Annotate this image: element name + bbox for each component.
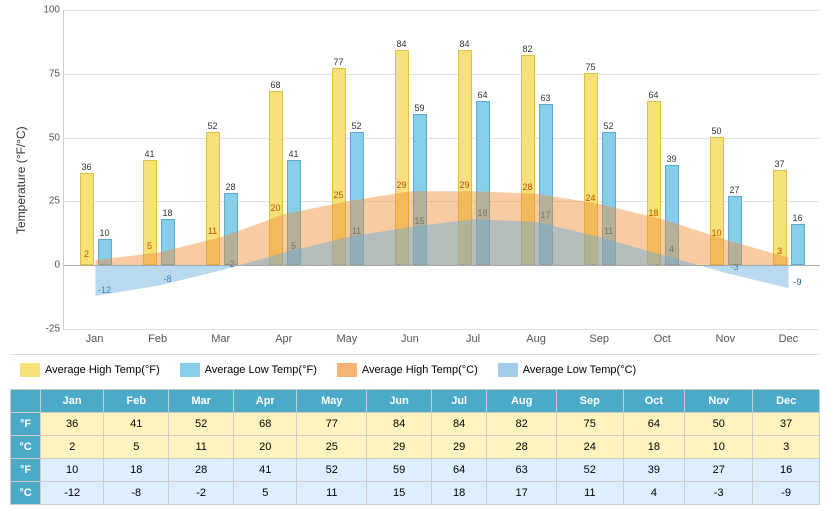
table-header-feb: Feb <box>104 390 169 413</box>
chart-area: Temperature (°F/°C) 1007550250-2536102-1… <box>10 10 820 350</box>
table-cell: 18 <box>104 459 169 482</box>
table-cell: 28 <box>487 436 557 459</box>
table-row-label: °C <box>11 482 41 505</box>
table-cell: 84 <box>367 413 432 436</box>
legend-label-low-f: Average Low Temp(°F) <box>205 364 317 376</box>
table-cell: 17 <box>487 482 557 505</box>
table-header-jan: Jan <box>41 390 104 413</box>
table-cell: 10 <box>41 459 104 482</box>
legend: Average High Temp(°F) Average Low Temp(°… <box>10 354 820 385</box>
table-cell: 82 <box>487 413 557 436</box>
table-cell: 77 <box>297 413 367 436</box>
x-tick-aug: Aug <box>505 330 568 350</box>
legend-low-f: Average Low Temp(°F) <box>180 363 317 377</box>
table-cell: 52 <box>169 413 234 436</box>
table-cell: 37 <box>753 413 820 436</box>
table-cell: 39 <box>623 459 685 482</box>
table-cell: 2 <box>41 436 104 459</box>
table-cell: 52 <box>557 459 624 482</box>
table-row-label: °C <box>11 436 41 459</box>
chart-container: Temperature (°F/°C) 1007550250-2536102-1… <box>0 0 830 505</box>
table-cell: -8 <box>104 482 169 505</box>
table-cell: 20 <box>234 436 297 459</box>
table-cell: 64 <box>623 413 685 436</box>
x-tick-jul: Jul <box>441 330 504 350</box>
table-cell: 64 <box>432 459 487 482</box>
table-cell: 4 <box>623 482 685 505</box>
table-cell: -3 <box>685 482 753 505</box>
table-cell: 59 <box>367 459 432 482</box>
table-cell: 28 <box>169 459 234 482</box>
table-cell: 41 <box>234 459 297 482</box>
x-axis: JanFebMarAprMayJunJulAugSepOctNovDec <box>63 330 820 350</box>
table-cell: -12 <box>41 482 104 505</box>
x-tick-apr: Apr <box>252 330 315 350</box>
table-cell: 11 <box>169 436 234 459</box>
table-header-aug: Aug <box>487 390 557 413</box>
table-cell: 84 <box>432 413 487 436</box>
table-cell: 5 <box>104 436 169 459</box>
table-row-label: °F <box>11 459 41 482</box>
table-header-dec: Dec <box>753 390 820 413</box>
table-cell: 41 <box>104 413 169 436</box>
table-header-mar: Mar <box>169 390 234 413</box>
table-header-may: May <box>297 390 367 413</box>
x-tick-dec: Dec <box>757 330 820 350</box>
data-table: JanFebMarAprMayJunJulAugSepOctNovDec°F36… <box>10 389 820 505</box>
legend-swatch-high-f <box>20 363 40 377</box>
legend-swatch-high-c <box>337 363 357 377</box>
table-cell: 29 <box>367 436 432 459</box>
x-tick-feb: Feb <box>126 330 189 350</box>
table-cell: 29 <box>432 436 487 459</box>
table-cell: 18 <box>623 436 685 459</box>
x-tick-sep: Sep <box>568 330 631 350</box>
table-cell: 16 <box>753 459 820 482</box>
table-cell: 63 <box>487 459 557 482</box>
table-header-jun: Jun <box>367 390 432 413</box>
table-cell: 11 <box>297 482 367 505</box>
legend-label-low-c: Average Low Temp(°C) <box>523 364 636 376</box>
legend-low-c: Average Low Temp(°C) <box>498 363 636 377</box>
x-tick-jun: Jun <box>378 330 441 350</box>
x-tick-mar: Mar <box>189 330 252 350</box>
table-cell: 52 <box>297 459 367 482</box>
table-cell: 15 <box>367 482 432 505</box>
legend-high-f: Average High Temp(°F) <box>20 363 160 377</box>
table-cell: 50 <box>685 413 753 436</box>
y-axis-label: Temperature (°F/°C) <box>10 10 28 350</box>
legend-high-c: Average High Temp(°C) <box>337 363 478 377</box>
table-cell: 25 <box>297 436 367 459</box>
table-cell: 11 <box>557 482 624 505</box>
table-cell: 75 <box>557 413 624 436</box>
legend-label-high-c: Average High Temp(°C) <box>362 364 478 376</box>
legend-label-high-f: Average High Temp(°F) <box>45 364 160 376</box>
table-header-empty <box>11 390 41 413</box>
table-header-apr: Apr <box>234 390 297 413</box>
x-tick-jan: Jan <box>63 330 126 350</box>
x-tick-may: May <box>315 330 378 350</box>
table-cell: -9 <box>753 482 820 505</box>
table-cell: 36 <box>41 413 104 436</box>
table-cell: 5 <box>234 482 297 505</box>
table-cell: 24 <box>557 436 624 459</box>
legend-swatch-low-f <box>180 363 200 377</box>
x-tick-oct: Oct <box>631 330 694 350</box>
x-tick-nov: Nov <box>694 330 757 350</box>
table-cell: 3 <box>753 436 820 459</box>
table-cell: 27 <box>685 459 753 482</box>
table-header-nov: Nov <box>685 390 753 413</box>
plot-area: 1007550250-2536102-1241185-8522811-26841… <box>63 10 820 330</box>
table-cell: 10 <box>685 436 753 459</box>
chart-inner: 1007550250-2536102-1241185-8522811-26841… <box>28 10 820 350</box>
table-header-jul: Jul <box>432 390 487 413</box>
table-row-label: °F <box>11 413 41 436</box>
table-header-oct: Oct <box>623 390 685 413</box>
table-cell: -2 <box>169 482 234 505</box>
legend-swatch-low-c <box>498 363 518 377</box>
table-cell: 68 <box>234 413 297 436</box>
table-header-sep: Sep <box>557 390 624 413</box>
table-cell: 18 <box>432 482 487 505</box>
